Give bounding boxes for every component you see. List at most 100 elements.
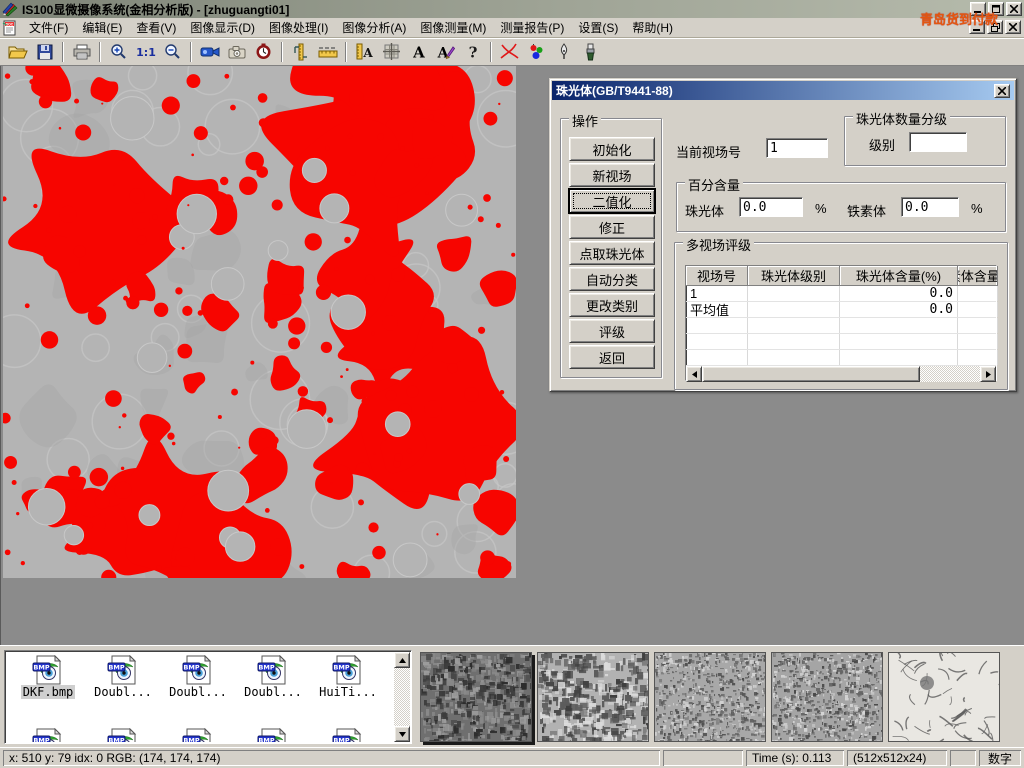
classify-tool-button[interactable] <box>524 40 549 64</box>
window-title: IS100显微摄像系统(金相分析版) - [zhuguangti01] <box>22 1 289 18</box>
rate-button[interactable]: 评级 <box>569 319 655 343</box>
file-name[interactable]: DKF.bmp <box>21 685 76 699</box>
video-camera-button[interactable] <box>197 40 222 64</box>
file-item[interactable]: BMPDoubl... <box>162 655 234 699</box>
initialize-button[interactable]: 初始化 <box>569 137 655 161</box>
save-button[interactable] <box>32 40 57 64</box>
annotate-tool-button[interactable]: A <box>433 40 458 64</box>
menu-bar: DOC 文件(F) 编辑(E) 查看(V) 图像显示(D) 图像处理(I) 图像… <box>0 18 1024 38</box>
auto-classify-button[interactable]: 自动分类 <box>569 267 655 291</box>
mdi-restore-button[interactable] <box>987 20 1003 34</box>
table-row-empty <box>686 318 996 334</box>
scroll-right-button[interactable] <box>980 366 996 382</box>
caliper-button[interactable] <box>288 40 313 64</box>
file-item[interactable]: BMPDoubl... <box>87 655 159 699</box>
grid-tool-button[interactable] <box>379 40 404 64</box>
open-file-button[interactable] <box>5 40 30 64</box>
file-list: BMPDKF.bmpBMPBMPDoubl...BMPBMPDoubl...BM… <box>4 650 412 744</box>
actual-size-button[interactable]: 1:1 <box>133 40 158 64</box>
table-row[interactable]: 平均值 0.0 <box>686 302 996 318</box>
file-item[interactable]: BMPDKF.bmp <box>12 655 84 699</box>
menu-image-analysis[interactable]: 图像分析(A) <box>335 17 413 38</box>
image-thumbnail[interactable] <box>771 652 883 742</box>
zoom-in-button[interactable] <box>106 40 131 64</box>
pearlite-percent-input[interactable] <box>739 197 803 217</box>
scroll-up-button[interactable] <box>394 652 410 668</box>
binarize-button[interactable]: 二值化 <box>569 189 655 213</box>
file-item[interactable]: BMP <box>312 728 384 742</box>
file-item[interactable]: BMP <box>87 728 159 742</box>
svg-text:BMP: BMP <box>108 736 124 742</box>
menu-view[interactable]: 查看(V) <box>129 17 183 38</box>
menu-file[interactable]: 文件(F) <box>22 17 75 38</box>
file-name[interactable]: Doubl... <box>167 685 229 699</box>
menu-edit[interactable]: 编辑(E) <box>75 17 129 38</box>
close-button[interactable] <box>1006 2 1022 16</box>
file-item[interactable]: BMP <box>237 728 309 742</box>
bmp-file-icon: BMP <box>181 728 215 742</box>
file-item[interactable]: BMP <box>12 728 84 742</box>
menu-measure-report[interactable]: 测量报告(P) <box>493 17 571 38</box>
menu-help[interactable]: 帮助(H) <box>625 17 680 38</box>
file-item[interactable]: BMPHuiTi... <box>312 655 384 699</box>
ruler-button[interactable] <box>315 40 340 64</box>
new-field-button[interactable]: 新视场 <box>569 163 655 187</box>
scrollbar-thumb[interactable] <box>394 668 410 694</box>
file-item[interactable]: BMP Doubl... <box>237 655 309 699</box>
zoom-out-button[interactable] <box>160 40 185 64</box>
current-field-input[interactable] <box>766 138 828 158</box>
timer-button[interactable] <box>251 40 276 64</box>
menu-image-measure[interactable]: 图像测量(M) <box>413 17 493 38</box>
dialog-close-button[interactable] <box>994 84 1010 98</box>
correct-button[interactable]: 修正 <box>569 215 655 239</box>
percent-group: 百分含量 珠光体 % 铁素体 % <box>676 182 1006 232</box>
table-horizontal-scrollbar[interactable] <box>686 366 996 382</box>
curve-tool-button[interactable] <box>497 40 522 64</box>
level-label: 级别 <box>869 135 895 154</box>
change-class-button[interactable]: 更改类别 <box>569 293 655 317</box>
file-item[interactable]: BMP <box>162 728 234 742</box>
text-tool-button[interactable]: A <box>406 40 431 64</box>
document-icon[interactable]: DOC <box>2 20 18 36</box>
image-thumbnail[interactable] <box>420 652 532 742</box>
file-name[interactable]: Doubl... <box>242 685 304 699</box>
print-button[interactable] <box>69 40 94 64</box>
col-pearlite-level: 珠光体级别 <box>748 266 840 286</box>
application-window: IS100显微摄像系统(金相分析版) - [zhuguangti01] 青岛货到… <box>0 0 1024 768</box>
scroll-left-button[interactable] <box>686 366 702 382</box>
file-name[interactable]: HuiTi... <box>317 685 379 699</box>
file-list-vertical-scrollbar[interactable] <box>394 652 410 742</box>
metallographic-image[interactable] <box>3 66 516 578</box>
file-name[interactable]: Doubl... <box>92 685 154 699</box>
scrollbar-track[interactable] <box>702 366 980 382</box>
brush-tool-button[interactable] <box>578 40 603 64</box>
pick-pearlite-button[interactable]: 点取珠光体 <box>569 241 655 265</box>
menu-image-display[interactable]: 图像显示(D) <box>183 17 262 38</box>
image-thumbnail[interactable] <box>537 652 649 742</box>
menu-image-process[interactable]: 图像处理(I) <box>262 17 335 38</box>
table-row[interactable]: 1 0.0 <box>686 286 996 302</box>
level-input[interactable] <box>909 132 967 152</box>
bmp-file-icon: BMP <box>331 655 365 685</box>
scroll-down-button[interactable] <box>394 726 410 742</box>
camera-button[interactable] <box>224 40 249 64</box>
minimize-button[interactable] <box>970 2 986 16</box>
mdi-workspace: 珠光体(GB/T9441-88) 操作 初始化 新视场 二值化 修正 点取珠光体… <box>0 66 1024 645</box>
help-button[interactable]: ? <box>460 40 485 64</box>
return-button[interactable]: 返回 <box>569 345 655 369</box>
ferrite-percent-input[interactable] <box>901 197 959 217</box>
dialog-title-bar[interactable]: 珠光体(GB/T9441-88) <box>552 81 1014 100</box>
image-thumbnail[interactable] <box>654 652 766 742</box>
mdi-close-button[interactable] <box>1005 20 1021 34</box>
menu-settings[interactable]: 设置(S) <box>571 17 625 38</box>
pen-tool-button[interactable] <box>551 40 576 64</box>
svg-text:BMP: BMP <box>258 663 274 671</box>
maximize-button[interactable] <box>988 2 1004 16</box>
window-buttons <box>968 2 1022 16</box>
scrollbar-thumb[interactable] <box>702 366 920 382</box>
cell-ferrite <box>958 286 998 301</box>
toolbar-separator <box>490 42 492 62</box>
mdi-minimize-button[interactable] <box>969 20 985 34</box>
image-thumbnail[interactable] <box>888 652 1000 742</box>
measure-text-button[interactable]: A <box>352 40 377 64</box>
